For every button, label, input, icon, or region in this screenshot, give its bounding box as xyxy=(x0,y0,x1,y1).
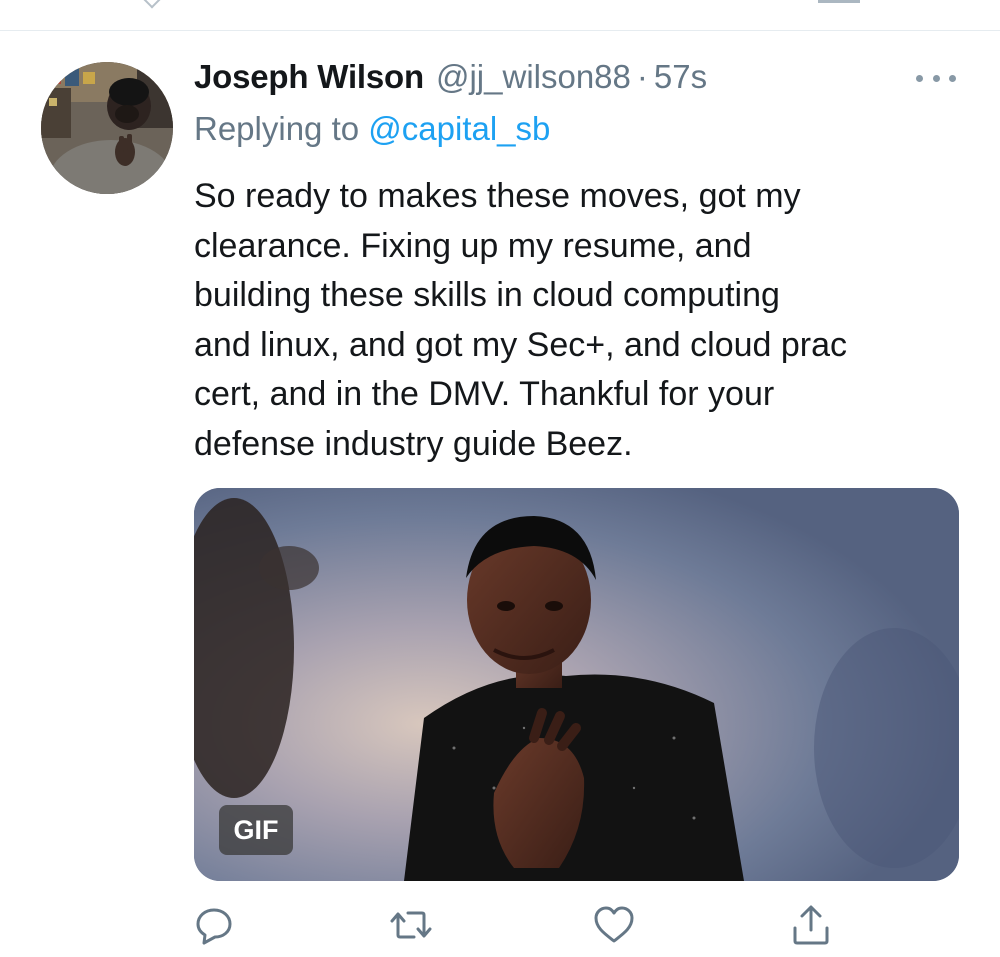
tweet-screen: Joseph Wilson @jj_wilson88 · 57s Replyin… xyxy=(0,0,1000,957)
reply-button[interactable] xyxy=(189,900,239,950)
tweet-header: Joseph Wilson @jj_wilson88 · 57s xyxy=(194,58,707,102)
separator-dot: · xyxy=(636,58,648,95)
tweet-text: So ready to makes these moves, got my cl… xyxy=(194,172,984,470)
tweet-text-line: cert, and in the DMV. Thankful for your xyxy=(194,375,775,414)
display-name[interactable]: Joseph Wilson xyxy=(194,58,424,96)
previous-item-chevron-icon xyxy=(143,0,161,9)
divider xyxy=(0,30,1000,31)
replying-to: Replying to @capital_sb xyxy=(194,110,550,148)
tweet-text-line: So ready to makes these moves, got my xyxy=(194,177,801,215)
retweet-icon xyxy=(390,911,432,939)
more-dot xyxy=(949,74,956,82)
more-dot xyxy=(932,74,940,82)
reply-prefix: Replying to xyxy=(194,110,360,147)
gif-badge: GIF xyxy=(219,805,293,855)
gif-media[interactable]: GIF xyxy=(194,488,959,881)
retweet-button[interactable] xyxy=(386,900,436,950)
reply-bubble-icon xyxy=(196,908,232,945)
avatar[interactable] xyxy=(41,62,173,194)
share-upload-icon xyxy=(793,905,829,945)
gif-image xyxy=(194,488,959,881)
more-dot xyxy=(916,74,923,82)
tweet-text-line: defense industry guide Beez. xyxy=(194,424,633,463)
reply-to-handle[interactable]: @capital_sb xyxy=(368,110,550,147)
tweet-text-line: and linux, and got my Sec+, and cloud pr… xyxy=(194,325,848,364)
timestamp[interactable]: 57s xyxy=(654,58,707,96)
share-button[interactable] xyxy=(786,900,836,950)
previous-item-indicator xyxy=(818,0,860,3)
tweet-text-line: building these skills in cloud computing xyxy=(194,276,780,315)
tweet-text-line: clearance. Fixing up my resume, and xyxy=(194,226,752,265)
user-handle[interactable]: @jj_wilson88 xyxy=(436,58,631,96)
tweet-actions xyxy=(0,900,1000,950)
like-button[interactable] xyxy=(589,900,639,950)
heart-icon xyxy=(594,906,634,943)
more-options-icon[interactable] xyxy=(914,66,958,90)
